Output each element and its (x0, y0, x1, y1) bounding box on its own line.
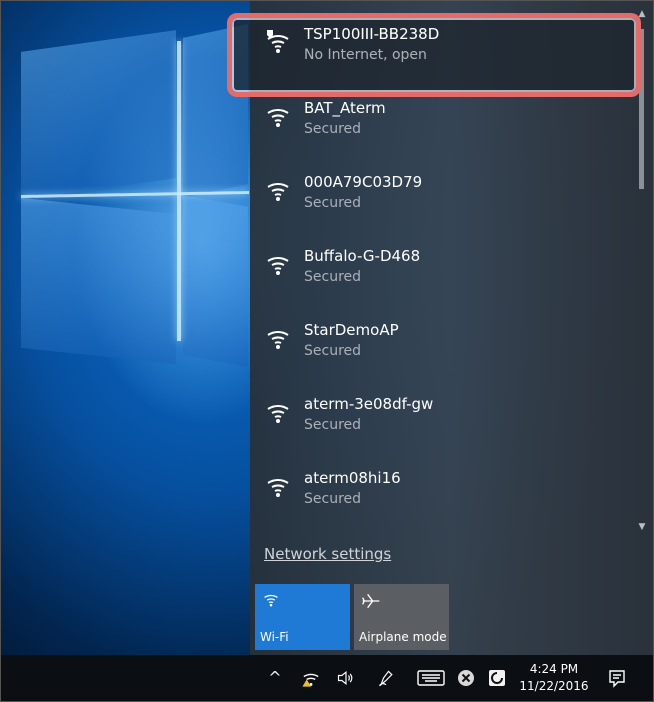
action-center-icon[interactable] (607, 668, 627, 688)
wifi-toggle-tile[interactable]: Wi-Fi (255, 584, 350, 650)
airplane-icon (362, 593, 380, 609)
volume-icon[interactable] (335, 668, 357, 688)
wifi-icon (267, 256, 289, 275)
wifi-icon (267, 404, 289, 423)
network-status: Secured (304, 417, 362, 433)
wifi-icon (267, 182, 289, 201)
network-status: Secured (304, 343, 362, 359)
network-name: Buffalo-G-D468 (304, 247, 421, 265)
network-status: Secured (304, 121, 362, 137)
network-status: Secured (304, 491, 362, 507)
taskbar: ^ 4:24 PM 11/22/2016 (1, 655, 653, 701)
wifi-icon (267, 108, 289, 127)
network-status: Secured (304, 195, 362, 211)
network-item-highlighted[interactable]: TSP100III-BB238D No Internet, open (250, 9, 634, 79)
wifi-tile-label: Wi-Fi (260, 630, 289, 644)
network-name: TSP100III-BB238D (304, 25, 440, 43)
network-name: 000A79C03D79 (304, 173, 423, 191)
network-item[interactable]: Buffalo-G-D468 Secured (250, 231, 634, 301)
clock-date: 11/22/2016 (519, 679, 589, 693)
network-warning-icon[interactable] (301, 668, 321, 688)
screenshot-frame: TSP100III-BB238D No Internet, open BAT_A… (0, 0, 654, 702)
airplane-tile-label: Airplane mode (359, 630, 447, 644)
wallpaper-pane (21, 197, 176, 365)
network-name: StarDemoAP (304, 321, 399, 339)
network-status: No Internet, open (304, 47, 427, 63)
wallpaper-light-beam (177, 41, 181, 341)
network-item[interactable]: aterm-3e08df-gw Secured (250, 379, 634, 449)
wallpaper-pane (183, 195, 248, 367)
network-name: aterm-3e08df-gw (304, 395, 434, 413)
touch-keyboard-icon[interactable] (417, 668, 445, 688)
network-item[interactable]: aterm08hi16 Secured (250, 453, 634, 523)
app-tray-icon[interactable] (487, 668, 507, 688)
wallpaper-pane (21, 30, 176, 200)
network-status: Secured (304, 269, 362, 285)
network-item[interactable]: StarDemoAP Secured (250, 305, 634, 375)
airplane-mode-tile[interactable]: Airplane mode (354, 584, 449, 650)
network-item[interactable]: 000A79C03D79 Secured (250, 157, 634, 227)
taskbar-clock[interactable]: 4:24 PM 11/22/2016 (513, 661, 595, 695)
scroll-down-icon[interactable]: ▼ (636, 522, 648, 532)
network-flyout: TSP100III-BB238D No Internet, open BAT_A… (250, 1, 653, 655)
wifi-icon (264, 594, 278, 607)
network-name: BAT_Aterm (304, 99, 386, 117)
wifi-icon (267, 330, 289, 349)
clock-time: 4:24 PM (529, 662, 579, 676)
show-hidden-icons-icon[interactable]: ^ (265, 668, 285, 688)
pen-workspace-icon[interactable] (375, 668, 397, 688)
wifi-icon (267, 478, 289, 497)
network-settings-link[interactable]: Network settings (264, 545, 391, 563)
wifi-warning-icon (267, 30, 289, 53)
network-name: aterm08hi16 (304, 469, 401, 487)
close-circle-icon[interactable] (456, 668, 476, 688)
